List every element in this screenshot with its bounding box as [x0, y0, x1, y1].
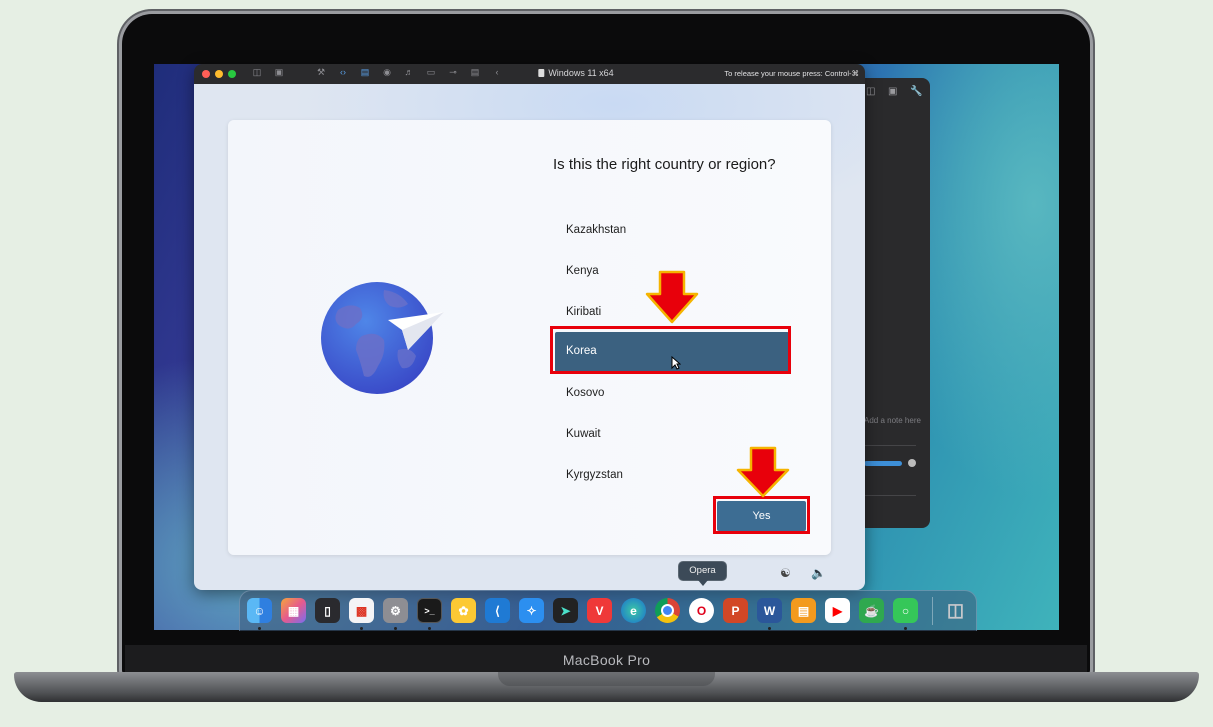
vm-window: ◫ ▣ ⚒ ‹› ▤ ◉ ♬ ▭ ⊸ ▤ ‹ Windows 11 x64 To…	[194, 64, 865, 590]
region-setup-card: Is this the right country or region? Kaz…	[228, 120, 831, 555]
divider	[864, 445, 916, 446]
background-window[interactable]: ◫ ▣ 🔧 Add a note here	[864, 78, 930, 528]
messages-icon[interactable]: ○	[893, 598, 918, 623]
edge-icon[interactable]: e	[621, 598, 646, 623]
zoom-button[interactable]	[228, 70, 236, 78]
usb-icon[interactable]: ⊸	[447, 67, 459, 81]
mouse-cursor-icon	[671, 356, 681, 370]
windows-setup-background: Is this the right country or region? Kaz…	[194, 84, 865, 590]
books-icon[interactable]: ▤	[791, 598, 816, 623]
running-indicator	[428, 627, 431, 630]
word-icon[interactable]: W	[757, 598, 782, 623]
dock-separator	[932, 597, 933, 625]
running-indicator	[258, 627, 261, 630]
vm-titlebar[interactable]: ◫ ▣ ⚒ ‹› ▤ ◉ ♬ ▭ ⊸ ▤ ‹ Windows 11 x64 To…	[194, 64, 865, 84]
snapshot-icon[interactable]: ▣	[273, 67, 285, 81]
sidebar-icon[interactable]: ◫	[866, 86, 875, 97]
annotation-arrow-icon	[645, 270, 699, 324]
note-placeholder[interactable]: Add a note here	[864, 416, 921, 425]
divider	[864, 495, 916, 496]
powerpoint-icon[interactable]: P	[723, 598, 748, 623]
minimize-button[interactable]	[215, 70, 223, 78]
running-indicator	[360, 627, 363, 630]
settings-icon[interactable]: ⚙	[383, 598, 408, 623]
page-title: Is this the right country or region?	[553, 156, 776, 173]
share-icon[interactable]: ▤	[469, 67, 481, 81]
swift-icon[interactable]: ➤	[553, 598, 578, 623]
opera-icon[interactable]: O	[689, 598, 714, 623]
vm-title: Windows 11 x64	[538, 68, 614, 78]
trash-icon[interactable]: ◫	[943, 598, 968, 623]
snapshot-icon[interactable]: ▣	[888, 86, 897, 97]
gear-icon[interactable]	[908, 459, 916, 467]
back-icon[interactable]: ‹	[491, 67, 503, 81]
coffee-icon[interactable]: ☕	[859, 598, 884, 623]
terminal-icon[interactable]: >_	[417, 598, 442, 623]
wrench-icon[interactable]: ⚒	[315, 67, 327, 81]
vm-toolbar: ◫ ▣ ⚒ ‹› ▤ ◉ ♬ ▭ ⊸ ▤ ‹	[251, 67, 503, 81]
code-icon[interactable]: ‹›	[337, 67, 349, 81]
vm-title-text: Windows 11 x64	[548, 68, 614, 78]
accessibility-icon[interactable]: ☯	[780, 566, 791, 580]
running-indicator	[904, 627, 907, 630]
launchpad-icon[interactable]: ▦	[281, 598, 306, 623]
device-label: MacBook Pro	[562, 652, 651, 668]
country-item[interactable]: Kiribati	[566, 306, 601, 318]
safari-icon[interactable]: ✧	[519, 598, 544, 623]
youtube-icon[interactable]: ▶	[825, 598, 850, 623]
chrome-icon[interactable]	[655, 598, 680, 623]
tips-icon[interactable]: ✿	[451, 598, 476, 623]
wrench-icon[interactable]: 🔧	[910, 86, 922, 97]
vscode-icon[interactable]: ⟨	[485, 598, 510, 623]
annotation-highlight-box	[713, 496, 810, 534]
volume-icon[interactable]: 🔈	[811, 566, 826, 580]
finder-icon[interactable]: ☺	[247, 598, 272, 623]
country-item[interactable]: Kazakhstan	[566, 224, 626, 236]
parallels-icon[interactable]: ▩	[349, 598, 374, 623]
running-indicator	[768, 627, 771, 630]
annotation-arrow-icon	[736, 446, 790, 498]
iphone-mirroring-icon[interactable]: ▯	[315, 598, 340, 623]
dock-tooltip: Opera	[678, 561, 727, 586]
sidebar-icon[interactable]: ◫	[251, 67, 263, 81]
country-item[interactable]: Kenya	[566, 265, 599, 277]
vivaldi-icon[interactable]: V	[587, 598, 612, 623]
dock: ☺ ▦ ▯ ▩ ⚙ >_ ✿ ⟨ ✧ ➤ V e O P W ▤ ▶ ☕ ○ ◫	[239, 590, 977, 631]
close-button[interactable]	[202, 70, 210, 78]
globe-icon	[320, 280, 446, 396]
country-item[interactable]: Kuwait	[566, 428, 601, 440]
country-item[interactable]: Kosovo	[566, 387, 604, 399]
release-hint: To release your mouse press: Control-⌘	[724, 69, 859, 78]
slider-track[interactable]	[864, 461, 902, 466]
country-item[interactable]: Kyrgyzstan	[566, 469, 623, 481]
document-icon	[538, 69, 545, 77]
laptop-notch	[498, 672, 715, 686]
camera-icon[interactable]: ◉	[381, 67, 393, 81]
video-icon[interactable]: ▭	[425, 67, 437, 81]
sound-icon[interactable]: ♬	[403, 67, 415, 81]
drive-icon[interactable]: ▤	[359, 67, 371, 81]
running-indicator	[394, 627, 397, 630]
